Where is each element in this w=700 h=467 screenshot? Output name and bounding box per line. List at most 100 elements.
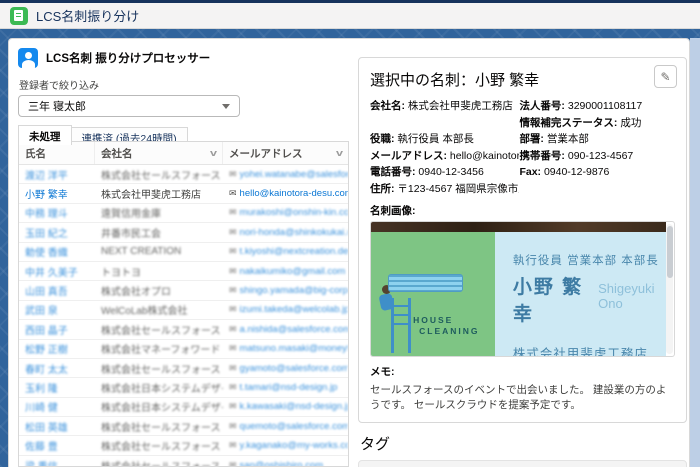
email-cell: ✉san@oshishiro.com bbox=[223, 460, 348, 467]
email-link[interactable]: k.kawasaki@nsd-design.jp bbox=[240, 401, 348, 412]
company-cell: 株式会社オプロ bbox=[95, 283, 223, 298]
detail-fields: 会社名: 株式会社甲斐虎工務店役職: 執行役員 本部長メールアドレス: hell… bbox=[370, 98, 675, 197]
contact-name-link[interactable]: 勅使 香織 bbox=[25, 248, 68, 259]
detail-field: メールアドレス: hello@kainotora-desu.com bbox=[370, 148, 519, 165]
contact-name-link[interactable]: 武田 泉 bbox=[25, 306, 58, 317]
envelope-icon: ✉ bbox=[229, 227, 237, 238]
email-link[interactable]: gyamoto@salesforce.com bbox=[240, 363, 348, 374]
table-row[interactable]: 玉田 紀之井番市民工会✉nori-honda@shinkokukai.ne.jp bbox=[19, 223, 348, 242]
email-cell: ✉y.kaganako@my-works.co.jp bbox=[223, 440, 348, 451]
contact-name-cell: 渡辺 洋平 bbox=[19, 167, 95, 182]
table-row[interactable]: 玉利 隆 株式会社日本システムデザイン ✉t.tamari@nsd-design.j… bbox=[19, 378, 348, 397]
app-tab-title[interactable]: LCS名刺振り分け bbox=[36, 6, 139, 25]
tags-container: イベント×Salesforce未導入×決裁者× bbox=[358, 460, 687, 467]
tab-unprocessed[interactable]: 未処理 bbox=[18, 125, 72, 145]
company-cell: 株式会社日本システムデザイン bbox=[95, 399, 223, 414]
chevron-down-icon[interactable]: v bbox=[336, 148, 343, 158]
tags-heading: タグ bbox=[360, 433, 687, 454]
cards-table: 氏名会社名vメールアドレスv 渡辺 洋平株式会社セールスフォース・ジャパン✉yo… bbox=[18, 141, 349, 467]
contact-name-link[interactable]: 玉利 隆 bbox=[25, 384, 58, 395]
table-row[interactable]: 梁 重信株式会社セールスフォース・ジャパン✉san@oshishiro.com bbox=[19, 456, 348, 467]
company-cell: 株式会社セールスフォース・ジャパン bbox=[95, 322, 223, 337]
contact-name-link[interactable]: 中井 久美子 bbox=[25, 268, 78, 279]
table-row[interactable]: 西田 晶子株式会社セールスフォース・ジャパン✉a.nishida@salesfo… bbox=[19, 320, 348, 339]
table-row[interactable]: 川崎 健株式会社日本システムデザイン✉k.kawasaki@nsd-design… bbox=[19, 398, 348, 417]
company-cell: 株式会社マネーフォワード bbox=[95, 341, 223, 356]
contact-name-link[interactable]: 渡辺 洋平 bbox=[25, 171, 68, 182]
memo-text: セールスフォースのイベントで出会いました。 建設業の方のようです。 セールスクラ… bbox=[370, 382, 675, 412]
contact-name-link[interactable]: 川崎 健 bbox=[25, 403, 58, 414]
email-link[interactable]: a.nishida@salesforce.com bbox=[240, 324, 348, 335]
contact-name-link[interactable]: 玉田 紀之 bbox=[25, 229, 68, 240]
table-row[interactable]: 小野 繁幸株式会社甲斐虎工務店✉hello@kainotora-desu.com bbox=[19, 184, 348, 203]
table-row[interactable]: 武田 泉WelCoLab株式会社✉izumi.takeda@welcolab.j… bbox=[19, 301, 348, 320]
page-scrollbar-track[interactable] bbox=[690, 38, 700, 467]
table-row[interactable]: 春町 太太株式会社セールスフォース・ジャパン✉gyamoto@salesforc… bbox=[19, 359, 348, 378]
company-cell: 株式会社日本システムデザイン bbox=[95, 380, 223, 395]
table-row[interactable]: 佐藤 豊株式会社セールスフォース・ジャパン✉y.kaganako@my-work… bbox=[19, 436, 348, 455]
email-link[interactable]: t.tamari@nsd-design.jp bbox=[240, 382, 338, 393]
column-header-2: メールアドレス v bbox=[223, 142, 348, 164]
envelope-icon: ✉ bbox=[229, 382, 237, 393]
email-link[interactable]: yohei.watanabe@salesforce.com bbox=[240, 169, 348, 180]
contact-name-cell: 勅使 香織 bbox=[19, 244, 95, 259]
contact-name-link[interactable]: 佐藤 豊 bbox=[25, 442, 58, 453]
detail-panel: 選択中の名刺：小野 繁幸 ✎ 会社名: 株式会社甲斐虎工務店役職: 執行役員 本… bbox=[358, 57, 687, 467]
contact-name-link[interactable]: 中務 理斗 bbox=[25, 209, 68, 220]
email-link[interactable]: murakoshi@onshin-kin.com bbox=[240, 207, 348, 218]
email-link[interactable]: quemoto@salesforce.com bbox=[240, 421, 348, 432]
email-link[interactable]: y.kaganako@my-works.co.jp bbox=[240, 440, 348, 451]
table-row[interactable]: 松田 英雄株式会社セールスフォース・ジャパン✉quemoto@salesforc… bbox=[19, 417, 348, 436]
pencil-icon: ✎ bbox=[660, 70, 670, 84]
company-cell: 株式会社甲斐虎工務店 bbox=[95, 186, 223, 201]
table-row[interactable]: 勅使 香織NEXT CREATION✉t.kiyoshi@nextcreatio… bbox=[19, 243, 348, 262]
table-row[interactable]: 中井 久美子トヨトヨ✉nakaikumiko@gmail.com bbox=[19, 262, 348, 281]
contact-name-link[interactable]: 小野 繁幸 bbox=[25, 190, 68, 201]
envelope-icon: ✉ bbox=[229, 343, 237, 354]
envelope-icon: ✉ bbox=[229, 207, 237, 218]
chevron-down-icon[interactable]: v bbox=[210, 148, 217, 158]
email-link[interactable]: matsuno.masaki@moneyforward.co bbox=[240, 343, 348, 354]
contact-name-link[interactable]: 松野 正樹 bbox=[25, 345, 68, 356]
table-row[interactable]: 渡辺 洋平株式会社セールスフォース・ジャパン✉yohei.watanabe@sa… bbox=[19, 165, 348, 184]
card-image-viewer: House Cleaning 執行役員 営業本部 本部長 小野 繁幸 Shige… bbox=[370, 221, 675, 357]
email-cell: ✉yohei.watanabe@salesforce.com bbox=[223, 169, 348, 180]
contact-name-link[interactable]: 春町 太太 bbox=[25, 365, 68, 376]
table-row[interactable]: 中務 理斗 遠賀信用金庫 ✉murakoshi@onshin-kin.com bbox=[19, 204, 348, 223]
envelope-icon: ✉ bbox=[229, 363, 237, 374]
email-cell: ✉matsuno.masaki@moneyforward.co bbox=[223, 343, 348, 354]
edit-button[interactable]: ✎ bbox=[654, 65, 677, 88]
column-label: メールアドレス bbox=[229, 146, 303, 161]
contact-name-cell: 中井 久美子 bbox=[19, 264, 95, 279]
email-cell: ✉shingo.yamada@big-corp.net bbox=[223, 285, 348, 296]
email-cell: ✉hello@kainotora-desu.com bbox=[223, 188, 348, 199]
envelope-icon: ✉ bbox=[229, 169, 237, 180]
email-link[interactable]: izumi.takeda@welcolab.jp bbox=[240, 304, 348, 315]
table-row[interactable]: 山田 真吾 株式会社オプロ✉shingo.yamada@big-corp.net bbox=[19, 281, 348, 300]
contact-name-link[interactable]: 山田 真吾 bbox=[25, 287, 68, 298]
email-link[interactable]: shingo.yamada@big-corp.net bbox=[240, 285, 348, 296]
table-row[interactable]: 松野 正樹株式会社マネーフォワード✉matsuno.masaki@moneyfo… bbox=[19, 340, 348, 359]
email-link[interactable]: hello@kainotora-desu.com bbox=[240, 188, 348, 199]
envelope-icon: ✉ bbox=[229, 440, 237, 451]
email-link[interactable]: t.kiyoshi@nextcreation.design bbox=[240, 246, 348, 257]
email-link[interactable]: nori-honda@shinkokukai.ne.jp bbox=[240, 227, 348, 238]
company-cell: 株式会社セールスフォース・ジャパン bbox=[95, 167, 223, 182]
contact-name-link[interactable]: 松田 英雄 bbox=[25, 423, 68, 434]
image-scrollbar-thumb[interactable] bbox=[667, 226, 673, 278]
contact-name-cell: 佐藤 豊 bbox=[19, 438, 95, 453]
ladder-illustration bbox=[391, 298, 411, 353]
column-header-1: 会社名v bbox=[95, 142, 223, 164]
envelope-icon: ✉ bbox=[229, 460, 237, 467]
envelope-icon: ✉ bbox=[229, 188, 237, 199]
email-link[interactable]: san@oshishiro.com bbox=[240, 460, 324, 467]
detail-field: 役職: 執行役員 本部長 bbox=[370, 131, 519, 148]
email-link[interactable]: nakaikumiko@gmail.com bbox=[240, 266, 346, 277]
business-card-photo: House Cleaning 執行役員 営業本部 本部長 小野 繁幸 Shige… bbox=[371, 222, 666, 356]
card-name-romaji: Shigeyuki Ono bbox=[598, 281, 666, 311]
contact-name-link[interactable]: 梁 重信 bbox=[25, 462, 58, 467]
app-tab-bar: LCS名刺振り分け bbox=[0, 3, 700, 29]
contact-name-link[interactable]: 西田 晶子 bbox=[25, 326, 68, 337]
company-cell: 遠賀信用金庫 bbox=[95, 205, 223, 220]
registrant-filter-select[interactable]: 三年 寝太郎 bbox=[18, 95, 240, 117]
